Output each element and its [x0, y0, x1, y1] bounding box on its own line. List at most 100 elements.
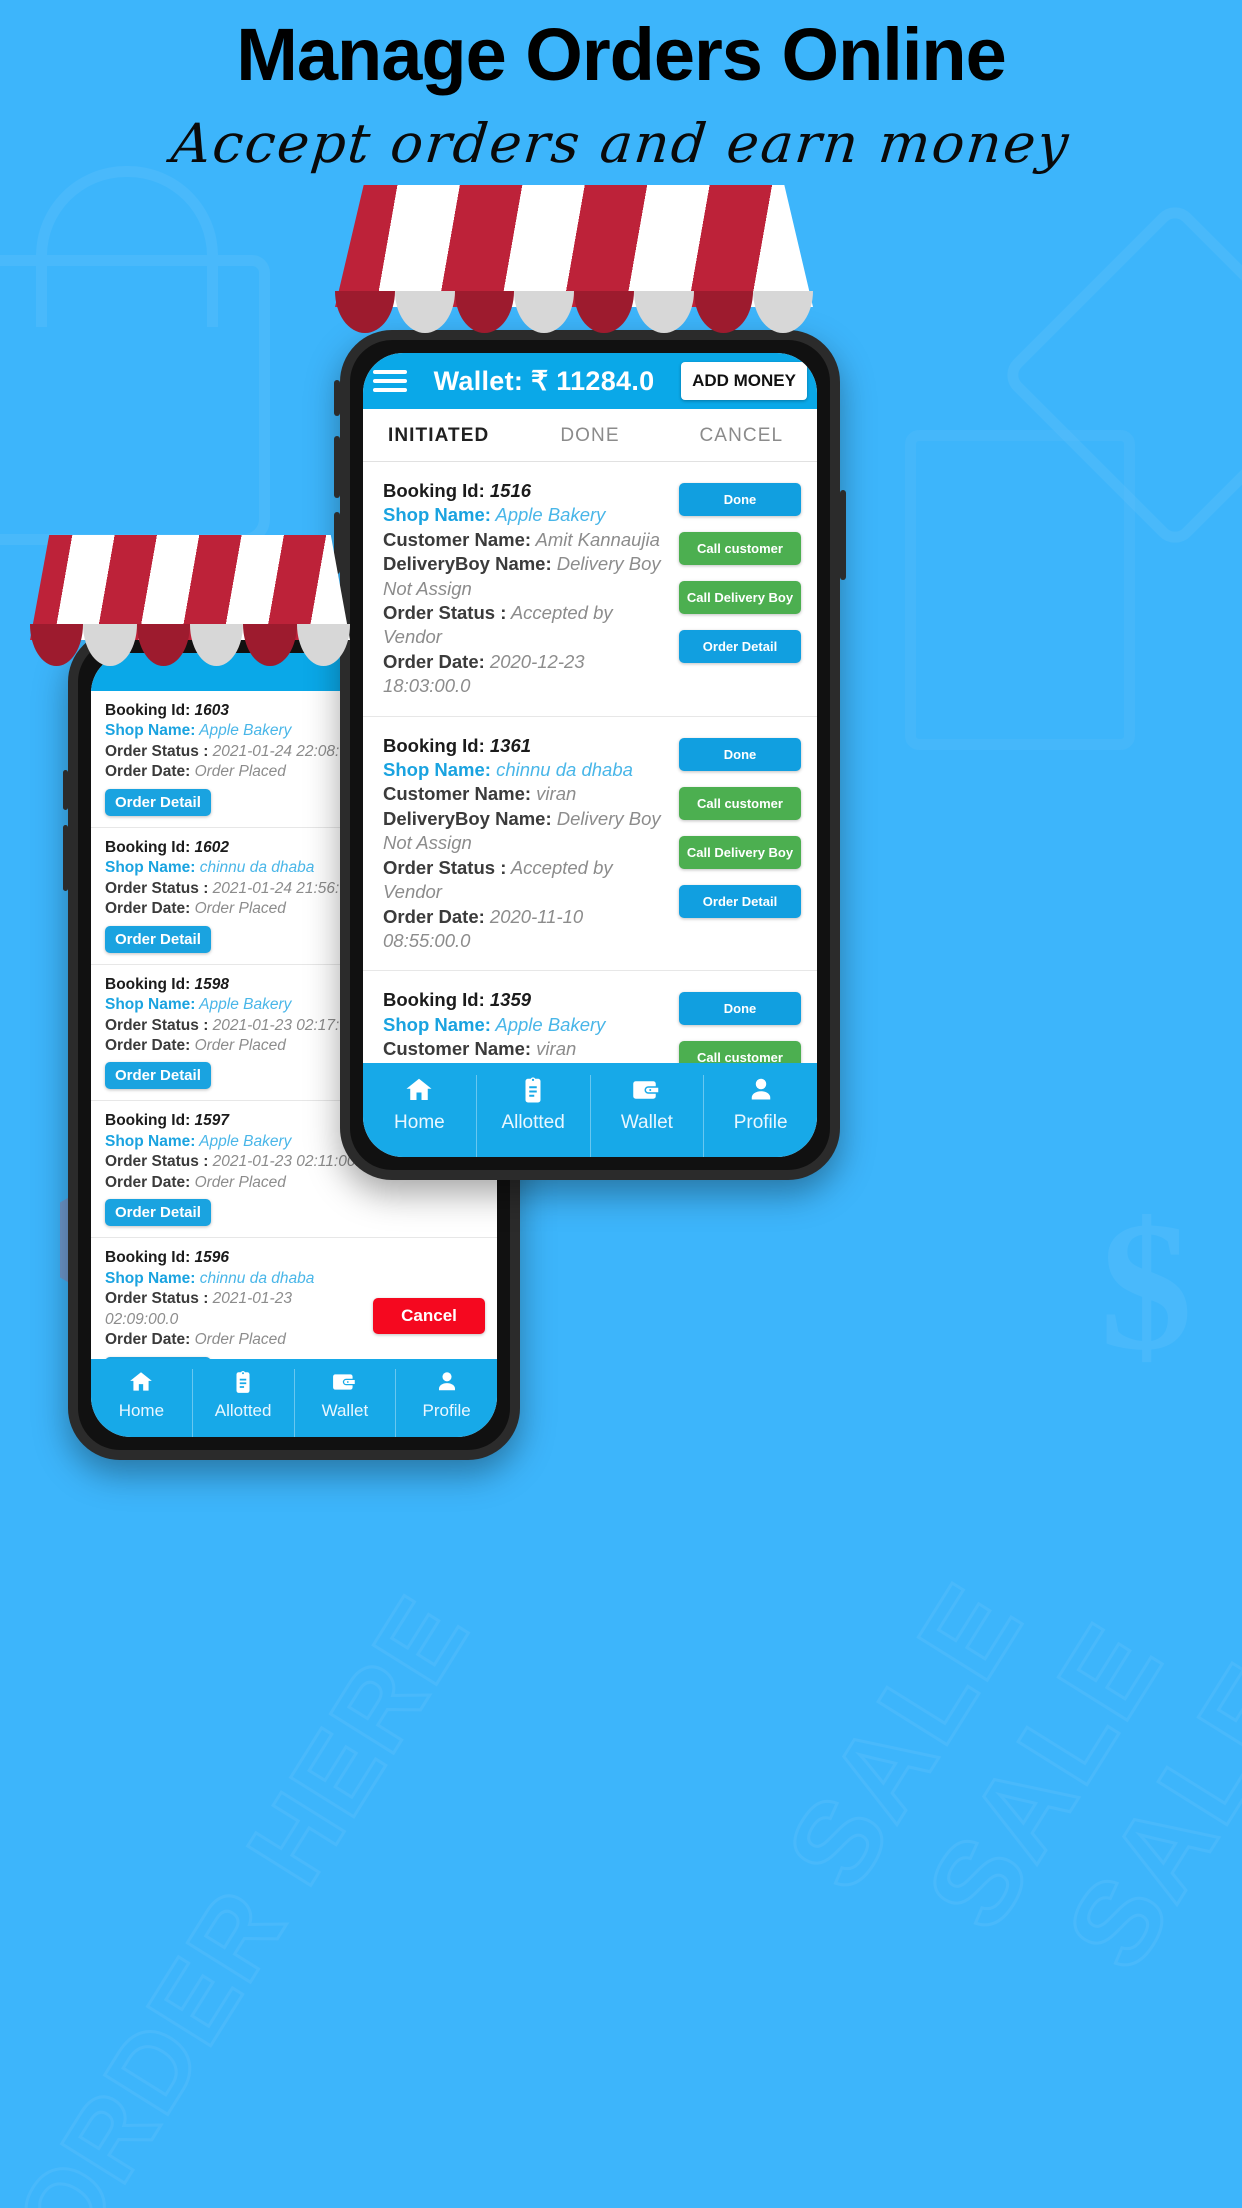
order-status-label: Order Status : — [105, 1016, 209, 1034]
order-detail-button[interactable]: Order Detail — [105, 925, 211, 953]
primary-phone-screen: Wallet: ₹ 11284.0 ADD MONEY INITIATED DON… — [363, 353, 817, 1157]
order-detail-button[interactable]: Order Detail — [105, 1199, 211, 1227]
call-delivery-boy-button[interactable]: Call Delivery Boy — [679, 835, 801, 869]
call-delivery-boy-button[interactable]: Call Delivery Boy — [679, 581, 801, 614]
awning-scallop — [136, 624, 190, 666]
order-actions: Done Call customer Call Delivery Boy Order … — [679, 734, 801, 954]
nav-item-home[interactable]: Home — [363, 1075, 476, 1157]
done-button[interactable]: Done — [679, 992, 801, 1026]
bottom-nav[interactable]: Home Allotted Wallet Profile — [363, 1063, 817, 1157]
order-detail-button[interactable]: Order Detail — [105, 788, 211, 816]
nav-item-allotted[interactable]: Allotted — [475, 1075, 590, 1157]
nav-item-allotted[interactable]: Allotted — [191, 1369, 294, 1437]
order-bid-line: Booking Id: 1596 — [105, 1248, 365, 1268]
order-shop-line: Shop Name: chinnu da dhaba — [383, 758, 669, 782]
call-customer-button[interactable]: Call customer — [679, 1041, 801, 1063]
order-detail-button[interactable]: Order Detail — [679, 630, 801, 663]
order-list[interactable]: Booking Id: 1516 Shop Name: Apple Bakery C… — [363, 462, 817, 1063]
order-shop-line: Shop Name: Apple Bakery — [383, 1013, 669, 1037]
home-icon — [363, 1075, 476, 1105]
add-money-button[interactable]: ADD MONEY — [681, 362, 807, 400]
cancel-button[interactable]: Cancel — [373, 1297, 485, 1334]
awning-scallop — [335, 291, 395, 333]
order-deliveryboy-label: DeliveryBoy Name: — [383, 553, 552, 575]
awning-scallop — [753, 291, 813, 333]
power-button[interactable] — [840, 490, 846, 580]
nav-item-home[interactable]: Home — [91, 1369, 192, 1437]
done-button[interactable]: Done — [679, 483, 801, 516]
nav-item-label: Wallet — [321, 1401, 369, 1420]
volume-up-button[interactable] — [334, 436, 340, 498]
order-date-label: Order Date: — [105, 1173, 191, 1191]
nav-item-label: Home — [118, 1401, 165, 1420]
awning-scallop — [514, 291, 574, 333]
secondary-bottom-nav[interactable]: Home Allotted Wallet Profile — [91, 1359, 497, 1437]
order-bid-label: Booking Id: — [105, 838, 191, 856]
tab-cancel[interactable]: CANCEL — [666, 409, 817, 461]
tab-done[interactable]: DONE — [514, 409, 665, 461]
awning-scallop — [574, 291, 634, 333]
order-shop-label: Shop Name: — [383, 1013, 491, 1035]
call-customer-button[interactable]: Call customer — [679, 786, 801, 820]
primary-awning-decoration — [335, 185, 813, 333]
awning-scallop — [633, 291, 694, 333]
order-date-line: Order Date: 2020-11-10 08:55:00.0 — [383, 905, 669, 954]
clipboard-icon — [193, 1369, 294, 1395]
order-status-label: Order Status : — [105, 879, 209, 897]
home-icon — [91, 1369, 192, 1395]
order-customer-value: viran — [531, 783, 577, 805]
awning-scallop — [30, 624, 84, 666]
order-shop-line: Shop Name: Apple Bakery — [383, 503, 669, 527]
tab-initiated[interactable]: INITIATED — [363, 409, 514, 461]
order-date-value: Order Placed — [190, 1036, 286, 1054]
volume-up-button[interactable] — [63, 770, 68, 810]
order-actions: Done Call customer Call Delivery Boy Order … — [679, 479, 801, 699]
order-here-watermark-text: ORDER HERE — [0, 1573, 493, 2208]
order-bid-label: Booking Id: — [105, 975, 191, 993]
order-card[interactable]: Booking Id: 1596 Shop Name: chinnu da dha… — [91, 1238, 497, 1359]
order-status-label: Order Status : — [105, 1290, 209, 1308]
order-card[interactable]: Booking Id: 1361 Shop Name: chinnu da dha… — [363, 716, 817, 972]
order-date-value: Order Placed — [190, 763, 286, 781]
order-shop-label: Shop Name: — [105, 1269, 196, 1287]
nav-item-label: Profile — [422, 1401, 471, 1420]
order-detail-button[interactable]: Order Detail — [679, 884, 801, 918]
call-customer-button[interactable]: Call customer — [679, 532, 801, 565]
order-deliveryboy-line: DeliveryBoy Name: Delivery Boy Not Assig… — [383, 807, 669, 856]
mute-switch[interactable] — [334, 380, 340, 416]
order-card[interactable]: Booking Id: 1359 Shop Name: Apple Bakery C… — [363, 971, 817, 1063]
order-detail-button[interactable]: Order Detail — [105, 1062, 211, 1090]
order-card[interactable]: Booking Id: 1516 Shop Name: Apple Bakery C… — [363, 462, 817, 717]
nav-item-label: Allotted — [214, 1401, 272, 1420]
order-customer-line: Customer Name: Amit Kannaujia — [383, 528, 669, 552]
order-deliveryboy-line: DeliveryBoy Name: Delivery Boy Not Assig… — [383, 552, 669, 601]
nav-item-profile[interactable]: Profile — [395, 1369, 497, 1437]
order-info: Booking Id: 1359 Shop Name: Apple Bakery C… — [383, 988, 669, 1063]
order-bid-value: 1596 — [190, 1249, 230, 1267]
wallet-icon — [591, 1075, 704, 1105]
order-deliveryboy-label: DeliveryBoy Name: — [383, 807, 552, 829]
order-bid-value: 1602 — [190, 838, 230, 856]
order-date-label: Order Date: — [105, 763, 191, 781]
order-customer-label: Customer Name: — [383, 528, 532, 550]
order-bid-value: 1361 — [484, 734, 532, 756]
order-bid-value: 1598 — [190, 975, 230, 993]
order-date-value: Order Placed — [190, 1331, 286, 1349]
wallet-balance-label: Wallet: ₹ 11284.0 — [433, 365, 655, 396]
order-shop-label: Shop Name: — [383, 759, 491, 781]
nav-item-profile[interactable]: Profile — [703, 1075, 817, 1157]
done-button[interactable]: Done — [679, 737, 801, 771]
order-info: Booking Id: 1596 Shop Name: chinnu da dha… — [105, 1248, 365, 1359]
order-status-value: 2021-01-23 02:11:00.0 — [208, 1153, 369, 1171]
shopping-bag-watermark-icon — [0, 166, 270, 545]
volume-down-button[interactable] — [63, 825, 68, 891]
nav-item-label: Allotted — [501, 1112, 565, 1133]
nav-item-wallet[interactable]: Wallet — [293, 1369, 396, 1437]
hamburger-icon[interactable] — [373, 370, 407, 392]
order-bid-label: Booking Id: — [105, 1249, 191, 1267]
nav-item-label: Profile — [733, 1112, 788, 1133]
order-status-tabs[interactable]: INITIATED DONE CANCEL — [363, 409, 817, 462]
order-bid-label: Booking Id: — [383, 989, 485, 1011]
nav-item-wallet[interactable]: Wallet — [589, 1075, 704, 1157]
secondary-awning-decoration — [30, 535, 350, 666]
